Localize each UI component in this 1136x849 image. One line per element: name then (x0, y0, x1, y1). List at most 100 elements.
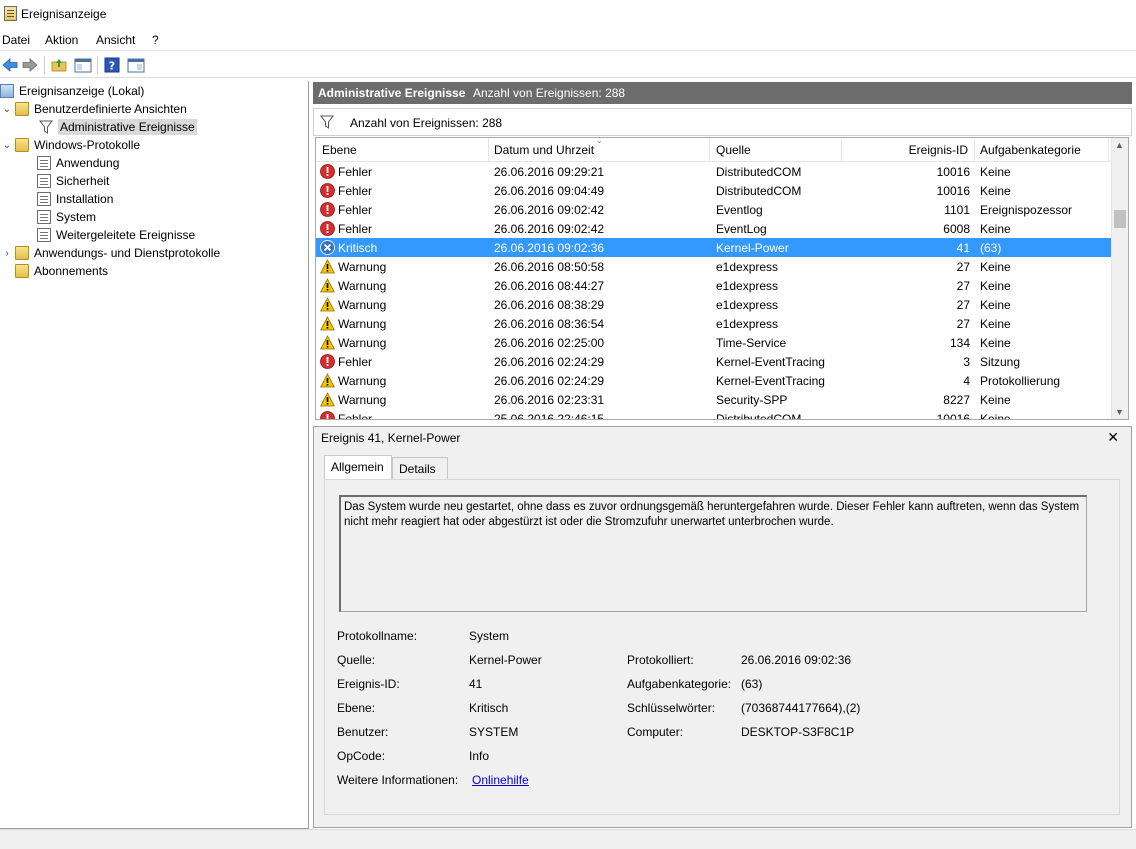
scroll-up-icon[interactable]: ▲ (1115, 140, 1124, 150)
table-row[interactable]: Kritisch 26.06.2016 09:02:36 Kernel-Power 4… (316, 238, 1112, 257)
menu-help[interactable]: ? (152, 33, 159, 47)
table-row[interactable]: Warnung 26.06.2016 08:38:29 e1dexpress 27 Ke… (316, 295, 1112, 314)
cell-event-id: 8227 (943, 393, 970, 407)
event-list-header: Ebene Datum und Uhrzeit ⌄ Quelle Ereigni… (316, 138, 1112, 162)
cell-datetime: 26.06.2016 02:23:31 (494, 393, 605, 407)
close-icon[interactable]: ✕ (1107, 429, 1119, 446)
tree-log-sicherheit[interactable]: Sicherheit (34, 172, 109, 190)
menu-aktion[interactable]: Aktion (45, 33, 78, 47)
table-row[interactable]: Fehler 26.06.2016 09:02:42 EventLog 6008 Kei… (316, 219, 1112, 238)
tree-log-installation[interactable]: Installation (34, 190, 113, 208)
cell-event-id: 134 (949, 336, 970, 350)
table-row[interactable]: Warnung 26.06.2016 02:24:29 Kernel-EventTr… (316, 371, 1112, 390)
cell-level: Warnung (338, 279, 387, 293)
cell-category: Keine (980, 336, 1011, 350)
column-divider[interactable] (841, 138, 842, 162)
tree-subscriptions[interactable]: Abonnements (12, 262, 108, 280)
tree-log-anwendung[interactable]: Anwendung (34, 154, 119, 172)
pane-header: Administrative Ereignisse Anzahl von Ere… (313, 82, 1132, 104)
column-header-category[interactable]: Aufgabenkategorie (980, 143, 1081, 157)
computer-value[interactable]: DESKTOP-S3F8C1P (741, 725, 854, 739)
table-row[interactable]: Fehler 26.06.2016 02:24:29 Kernel-EventTra… (316, 352, 1112, 371)
event-id-value[interactable]: 41 (469, 677, 482, 691)
keywords-label: Schlüsselwörter: (627, 701, 716, 715)
table-row[interactable]: Fehler 25.06.2016 22:46:15 DistributedCOM 1… (316, 409, 1112, 420)
tree-custom-views[interactable]: ⌄ Benutzerdefinierte Ansichten (2, 100, 187, 118)
column-header-datetime[interactable]: Datum und Uhrzeit (494, 143, 594, 157)
task-category-value[interactable]: (63) (741, 677, 762, 691)
keywords-value[interactable]: (70368744177664),(2) (741, 701, 860, 715)
tab-details[interactable]: Details (392, 457, 448, 479)
column-header-level[interactable]: Ebene (322, 143, 357, 157)
cell-source: Eventlog (716, 203, 763, 217)
source-value[interactable]: Kernel-Power (469, 653, 542, 667)
column-header-source[interactable]: Quelle (716, 143, 751, 157)
scroll-down-icon[interactable]: ▼ (1115, 407, 1124, 417)
cell-category: Keine (980, 279, 1011, 293)
cell-category: Sitzung (980, 355, 1021, 369)
warning-icon (320, 297, 335, 312)
cell-datetime: 26.06.2016 09:02:42 (494, 203, 605, 217)
cell-level: Fehler (338, 412, 373, 420)
column-divider[interactable] (709, 138, 710, 162)
warning-icon (320, 316, 335, 331)
cell-source: e1dexpress (716, 298, 779, 312)
column-divider[interactable] (488, 138, 489, 162)
event-viewer-icon (0, 84, 14, 98)
tree-log-forwarded[interactable]: Weitergeleitete Ereignisse (34, 226, 195, 244)
column-divider[interactable] (1108, 138, 1109, 162)
chevron-down-icon[interactable]: ⌄ (2, 140, 12, 151)
table-row[interactable]: Warnung 26.06.2016 02:23:31 Security-SPP 82… (316, 390, 1112, 409)
menu-datei[interactable]: Datei (2, 33, 30, 47)
menu-ansicht[interactable]: Ansicht (96, 33, 135, 47)
column-header-event-id[interactable]: Ereignis-ID (909, 143, 968, 157)
log-name-value[interactable]: System (469, 629, 509, 643)
menu-bar: Datei Aktion Ansicht ? (0, 30, 1136, 51)
cell-source: Time-Service (716, 336, 787, 350)
back-arrow-icon[interactable] (0, 55, 20, 75)
tree-root[interactable]: Ereignisanzeige (Lokal) (0, 82, 144, 100)
tree-windows-logs[interactable]: ⌄ Windows-Protokolle (2, 136, 140, 154)
online-help-link[interactable]: Onlinehilfe (472, 773, 529, 787)
event-description[interactable]: Das System wurde neu gestartet, ohne das… (339, 495, 1087, 612)
tree-log-system[interactable]: System (34, 208, 96, 226)
level-value[interactable]: Kritisch (469, 701, 508, 715)
tree-app-service-logs[interactable]: › Anwendungs- und Dienstprotokolle (2, 244, 220, 262)
title-bar: Ereignisanzeige (0, 0, 1136, 30)
opcode-label: OpCode: (337, 749, 386, 763)
cell-event-id: 1101 (944, 203, 970, 217)
forward-arrow-icon[interactable] (20, 55, 40, 75)
cell-datetime: 26.06.2016 02:24:29 (494, 355, 605, 369)
vertical-scrollbar[interactable]: ▲ ▼ (1111, 138, 1128, 419)
table-row[interactable]: Warnung 26.06.2016 08:44:27 e1dexpress 27 Ke… (316, 276, 1112, 295)
cell-category: Keine (980, 165, 1011, 179)
cell-source: Kernel-EventTracing (716, 355, 825, 369)
toolbar-separator (97, 56, 98, 74)
cell-event-id: 27 (956, 260, 970, 274)
table-row[interactable]: Warnung 26.06.2016 02:25:00 Time-Service 13… (316, 333, 1112, 352)
filter-icon (320, 115, 334, 132)
table-row[interactable]: Warnung 26.06.2016 08:50:58 e1dexpress 27 Ke… (316, 257, 1112, 276)
table-row[interactable]: Fehler 26.06.2016 09:02:42 Eventlog 1101 Ere… (316, 200, 1112, 219)
table-row[interactable]: Warnung 26.06.2016 08:36:54 e1dexpress 27 Ke… (316, 314, 1112, 333)
tree-admin-events[interactable]: Administrative Ereignisse (36, 118, 197, 136)
tab-allgemein[interactable]: Allgemein (324, 455, 392, 480)
chevron-down-icon[interactable]: ⌄ (2, 104, 12, 115)
folder-up-icon[interactable] (49, 55, 69, 75)
filter-bar: Anzahl von Ereignissen: 288 (313, 108, 1132, 136)
opcode-value[interactable]: Info (469, 749, 489, 763)
show-action-pane-icon[interactable] (126, 55, 146, 75)
help-icon[interactable]: ? (102, 55, 122, 75)
chevron-right-icon[interactable]: › (2, 248, 12, 259)
user-value[interactable]: SYSTEM (469, 725, 518, 739)
sort-caret-icon: ⌄ (596, 137, 603, 145)
error-icon (320, 183, 335, 198)
table-row[interactable]: Fehler 26.06.2016 09:04:49 DistributedCOM 1… (316, 181, 1112, 200)
scroll-thumb[interactable] (1114, 210, 1126, 228)
column-divider[interactable] (974, 138, 975, 162)
table-row[interactable]: Fehler 26.06.2016 09:29:21 DistributedCOM 1… (316, 162, 1112, 181)
logged-value[interactable]: 26.06.2016 09:02:36 (741, 653, 851, 667)
log-name-label: Protokollname: (337, 629, 418, 643)
show-hide-tree-icon[interactable] (73, 55, 93, 75)
log-icon (37, 156, 51, 170)
